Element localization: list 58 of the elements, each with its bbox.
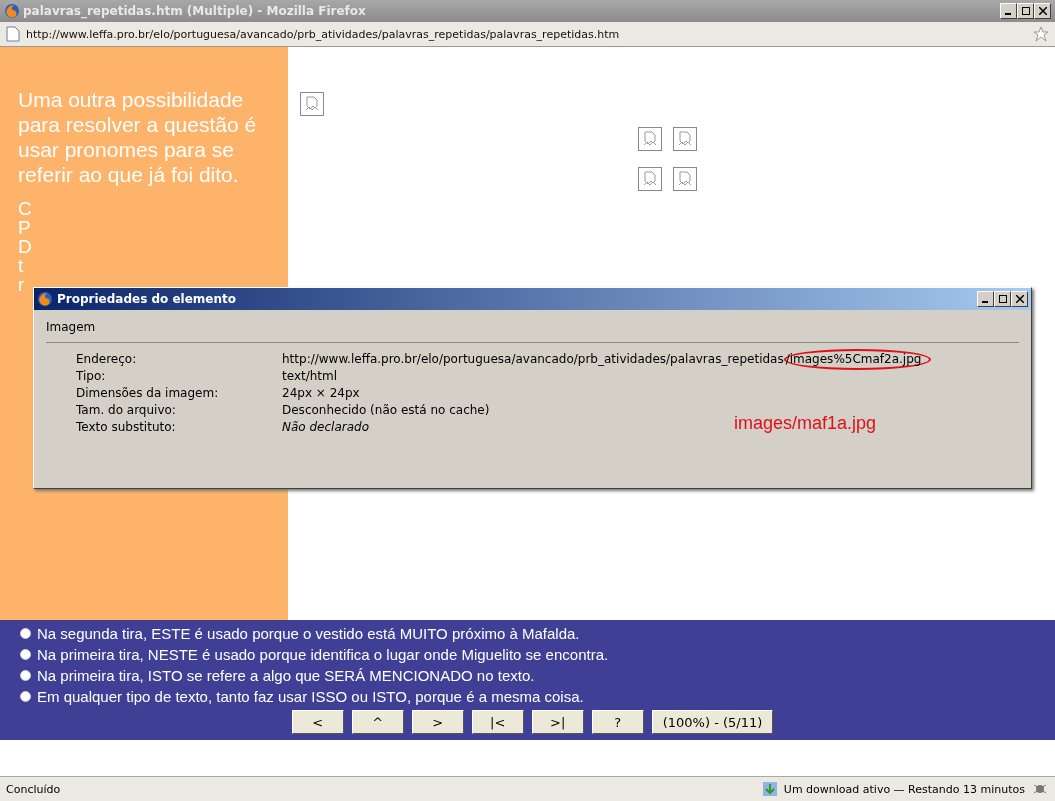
field-label: Dimensões da imagem: xyxy=(76,385,220,402)
close-icon xyxy=(1038,7,1047,15)
field-value: http://www.leffa.pro.br/elo/portuguesa/avancado/prb_atividades/palavras_repetidas xyxy=(282,351,784,368)
option-text: Na primeira tira, ISTO se refere a algo que SERÁ MENCIONADO no texto. xyxy=(37,666,535,685)
option-text: Na primeira tira, NESTE é usado porque identifica o lugar onde Miguelito se encontra. xyxy=(37,645,609,664)
section-heading: Imagem xyxy=(46,320,1019,343)
radio-button[interactable] xyxy=(20,691,31,702)
field-label: Endereço: xyxy=(76,351,138,368)
nav-button[interactable]: |< xyxy=(471,710,524,734)
maximize-icon xyxy=(1021,7,1030,15)
url-text: http://www.leffa.pro.br/elo/portuguesa/avancado/prb_atividades/palavras_repetidas/palavras_repetidas.htm xyxy=(26,27,621,41)
radio-button[interactable] xyxy=(20,649,31,660)
close-icon xyxy=(1015,295,1024,303)
status-text: Concluído xyxy=(6,782,62,796)
maximize-button[interactable] xyxy=(994,291,1011,307)
nav-button[interactable]: >| xyxy=(531,710,584,734)
nav-button[interactable]: (100%) - (5/11) xyxy=(651,710,774,734)
field-label: Tam. do arquivo: xyxy=(76,402,177,419)
nav-button[interactable]: > xyxy=(411,710,464,734)
broken-image-icon xyxy=(673,127,697,151)
circled-text: /images%5Cmaf2a.jpg xyxy=(783,349,932,370)
radio-button[interactable] xyxy=(20,628,31,639)
option-text: Na segunda tira, ESTE é usado porque o vestido está MUITO próximo à Mafalda. xyxy=(37,624,580,643)
side-text-fragment: D xyxy=(18,237,33,256)
window-title: palavras_repetidas.htm (Multiple) - Mozilla Firefox xyxy=(23,4,367,18)
close-button[interactable] xyxy=(1034,3,1051,19)
broken-image-icon xyxy=(638,127,662,151)
field-value: text/html xyxy=(282,368,338,385)
annotation-text: images/maf1a.jpg xyxy=(734,413,877,434)
maximize-button[interactable] xyxy=(1017,3,1034,19)
field-value: Desconhecido (não está no cache) xyxy=(282,402,490,419)
nav-button[interactable]: < xyxy=(291,710,344,734)
page-icon xyxy=(6,26,20,42)
field-label: Texto substituto: xyxy=(76,419,177,436)
dialog-title: Propriedades do elemento xyxy=(57,292,238,306)
maximize-icon xyxy=(998,295,1007,303)
option-text: Em qualquer tipo de texto, tanto faz usar ISSO ou ISTO, porque é a mesma coisa. xyxy=(37,687,584,706)
minimize-button[interactable] xyxy=(977,291,994,307)
star-icon[interactable] xyxy=(1033,26,1049,42)
download-icon xyxy=(761,781,778,797)
side-text-fragment: P xyxy=(18,218,32,237)
close-button[interactable] xyxy=(1011,291,1028,307)
minimize-button[interactable] xyxy=(1000,3,1017,19)
side-text-fragment: t xyxy=(18,256,25,275)
radio-button[interactable] xyxy=(20,670,31,681)
field-value: Não declarado xyxy=(282,419,370,436)
nav-button[interactable]: ^ xyxy=(351,710,404,734)
side-text-fragment: r xyxy=(18,275,26,294)
broken-image-icon xyxy=(300,92,324,116)
field-label: Tipo: xyxy=(76,368,107,385)
side-text-fragment: C xyxy=(18,199,33,218)
download-status: Um download ativo — Restando 13 minutos xyxy=(783,782,1025,796)
nav-button[interactable]: ? xyxy=(591,710,644,734)
field-value: 24px × 24px xyxy=(282,385,360,402)
address-bar[interactable]: http://www.leffa.pro.br/elo/portuguesa/avancado/prb_atividades/palavras_repetidas/palavras_repetidas.htm xyxy=(0,22,1055,47)
broken-image-icon xyxy=(673,167,697,191)
side-text: Uma outra possibilidade para resolver a questão é usar pronomes para se referir ao que já foi dito. xyxy=(18,87,258,187)
broken-image-icon xyxy=(638,167,662,191)
